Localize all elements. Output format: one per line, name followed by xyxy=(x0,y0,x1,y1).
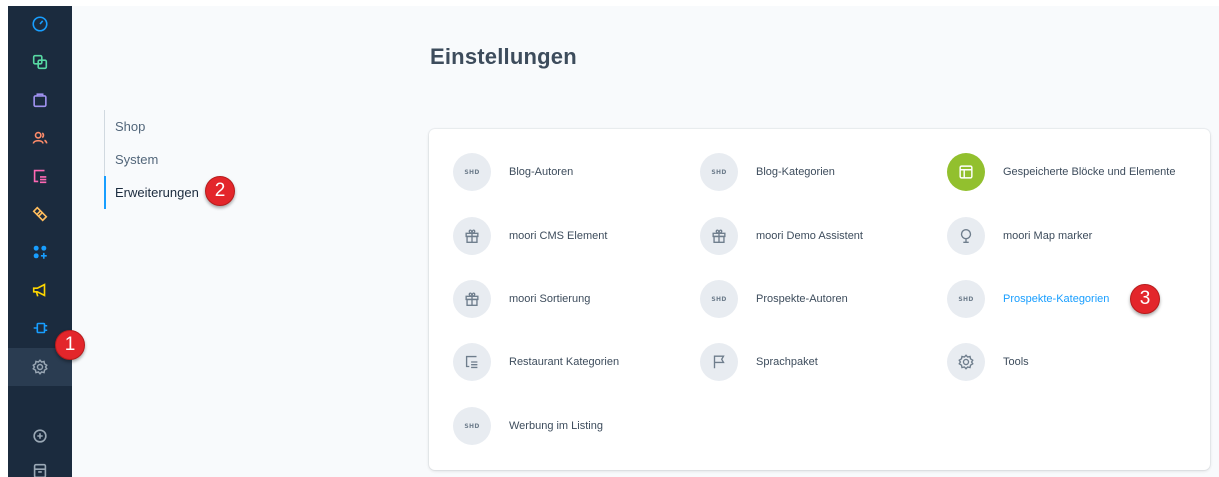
catalog-icon[interactable] xyxy=(8,44,72,80)
extension-moori-map-marker[interactable]: moori Map marker xyxy=(947,217,1092,255)
gift-icon xyxy=(453,280,491,318)
shd-icon: SHD xyxy=(700,153,738,191)
extension-saved-blocks[interactable]: Gespeicherte Blöcke und Elemente xyxy=(947,153,1175,191)
extension-label: moori CMS Element xyxy=(509,230,608,242)
marketing-icon[interactable] xyxy=(8,196,72,232)
flag-icon xyxy=(700,343,738,381)
list-icon xyxy=(453,343,491,381)
extension-label: moori Sortierung xyxy=(509,293,591,305)
gift-icon xyxy=(453,217,491,255)
extension-label: Blog-Autoren xyxy=(509,166,574,178)
annotation-badge-2: 2 xyxy=(205,176,235,206)
gift-icon xyxy=(700,217,738,255)
extension-moori-demo-assistant[interactable]: moori Demo Assistent xyxy=(700,217,863,255)
tab-shop[interactable]: Shop xyxy=(105,110,199,143)
add-icon[interactable] xyxy=(8,418,72,454)
extension-label: Werbung im Listing xyxy=(509,420,603,432)
orders-icon[interactable] xyxy=(8,82,72,118)
shd-icon: SHD xyxy=(947,280,985,318)
page-title: Einstellungen xyxy=(430,44,577,69)
tab-extensions[interactable]: Erweiterungen xyxy=(105,176,199,209)
extension-restaurant-categories[interactable]: Restaurant Kategorien xyxy=(453,343,619,381)
extension-label: Tools xyxy=(1003,356,1029,368)
map-pin-icon xyxy=(947,217,985,255)
extensions-card: SHD Blog-Autoren SHD Blog-Kategorien Ges… xyxy=(429,129,1210,470)
content-icon[interactable] xyxy=(8,158,72,194)
gear-icon xyxy=(947,343,985,381)
extension-label: moori Demo Assistent xyxy=(756,230,863,242)
layout-icon xyxy=(947,153,985,191)
extension-label: Gespeicherte Blöcke und Elemente xyxy=(1003,166,1176,178)
shd-icon: SHD xyxy=(453,407,491,445)
extension-label: Restaurant Kategorien xyxy=(509,356,620,368)
extension-label: Prospekte-Kategorien xyxy=(1003,293,1110,305)
extension-moori-cms-element[interactable]: moori CMS Element xyxy=(453,217,607,255)
annotation-badge-1: 1 xyxy=(55,330,85,360)
promotions-icon[interactable] xyxy=(8,272,72,308)
extension-tools[interactable]: Tools xyxy=(947,343,1029,381)
shd-icon: SHD xyxy=(700,280,738,318)
annotation-badge-3: 3 xyxy=(1130,284,1160,314)
tab-system[interactable]: System xyxy=(105,143,199,176)
extension-brochure-categories[interactable]: SHD Prospekte-Kategorien xyxy=(947,280,1109,318)
extensions-icon[interactable] xyxy=(8,234,72,270)
extension-label: moori Map marker xyxy=(1003,230,1093,242)
extension-language-pack[interactable]: Sprachpaket xyxy=(700,343,818,381)
extension-brochure-authors[interactable]: SHD Prospekte-Autoren xyxy=(700,280,848,318)
sales-channel-icon[interactable] xyxy=(8,454,72,477)
extension-blog-authors[interactable]: SHD Blog-Autoren xyxy=(453,153,573,191)
extension-label: Sprachpaket xyxy=(756,356,818,368)
active-tab-indicator xyxy=(104,176,106,209)
extension-moori-sorting[interactable]: moori Sortierung xyxy=(453,280,590,318)
admin-sidebar xyxy=(8,6,72,477)
shd-icon: SHD xyxy=(453,153,491,191)
customers-icon[interactable] xyxy=(8,120,72,156)
extension-blog-categories[interactable]: SHD Blog-Kategorien xyxy=(700,153,835,191)
dashboard-icon[interactable] xyxy=(8,6,72,42)
extension-label: Prospekte-Autoren xyxy=(756,293,848,305)
extension-label: Blog-Kategorien xyxy=(756,166,835,178)
extension-listing-ads[interactable]: SHD Werbung im Listing xyxy=(453,407,603,445)
settings-tabs: Shop System Erweiterungen xyxy=(104,110,199,209)
